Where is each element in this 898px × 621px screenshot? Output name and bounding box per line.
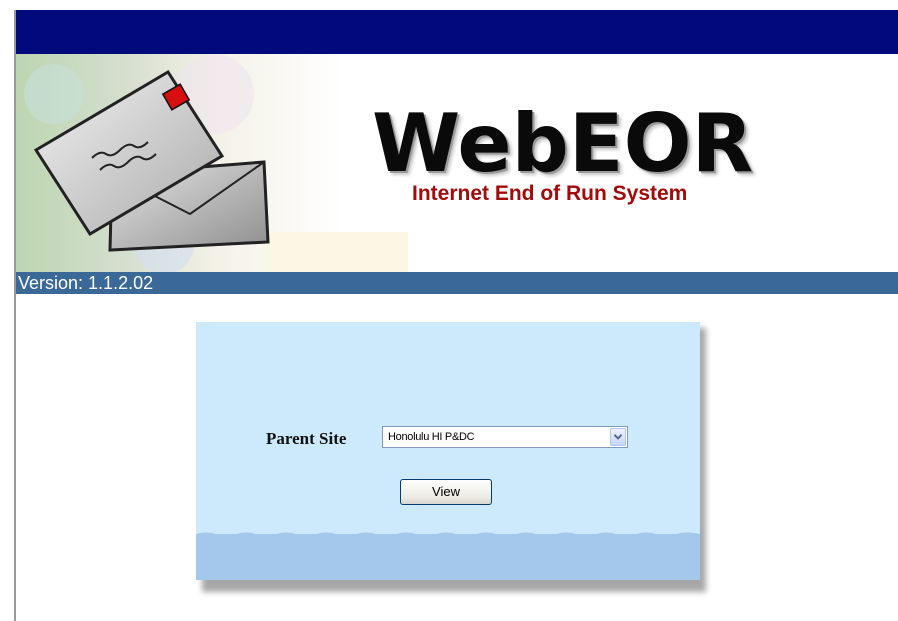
page: WebEOR Internet End of Run System Versio… — [0, 0, 898, 621]
site-selection-panel: Parent Site Honolulu HI P&DC View — [196, 322, 700, 580]
version-bar: Version: 1.1.2.02 — [14, 272, 898, 294]
parent-site-label: Parent Site — [266, 429, 347, 448]
top-bar — [14, 10, 898, 54]
chevron-down-icon[interactable] — [610, 428, 626, 446]
view-button[interactable]: View — [400, 479, 492, 505]
envelope-icon — [14, 54, 408, 272]
left-border — [14, 10, 16, 621]
app-title: WebEOR — [372, 97, 754, 190]
parent-site-select[interactable]: Honolulu HI P&DC — [382, 426, 628, 448]
parent-site-selected-value: Honolulu HI P&DC — [388, 431, 475, 443]
app-subtitle: Internet End of Run System — [412, 182, 688, 205]
version-text: Version: 1.1.2.02 — [18, 273, 154, 293]
app-logo: WebEOR Internet End of Run System — [372, 104, 792, 220]
header-banner: WebEOR Internet End of Run System — [14, 54, 898, 272]
panel-footer-edge — [196, 532, 700, 542]
